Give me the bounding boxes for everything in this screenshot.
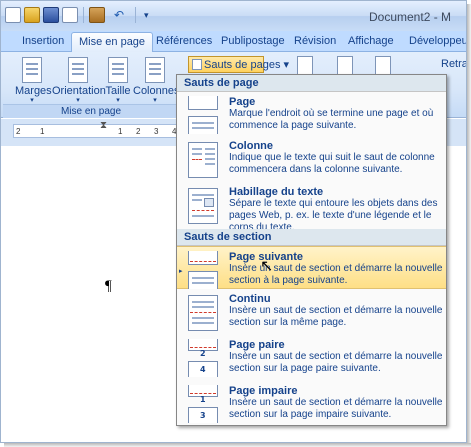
window-shadow [467, 4, 471, 447]
even-page-icon: 2 4 [186, 339, 219, 377]
page-break-icon [192, 59, 202, 70]
columns-button[interactable]: Colonnes ▾ [133, 55, 180, 105]
orientation-icon [68, 57, 88, 83]
menu-item-title: Page [229, 96, 256, 108]
section-header-page-breaks: Sauts de page [177, 75, 446, 92]
margins-label: Marges [15, 85, 52, 97]
continuous-break-icon [186, 293, 219, 331]
ruler-mark: 2 [136, 127, 141, 136]
menu-item-description: Indique que le texte qui suit le saut de… [229, 152, 435, 175]
menu-item-title: Page impaire [229, 385, 298, 397]
paragraph-mark: ¶ [105, 278, 112, 294]
mouse-cursor-icon: ↖ [260, 258, 274, 275]
watermark-icon[interactable] [297, 56, 313, 76]
text-wrapping-icon [186, 186, 219, 224]
customize-toolbar-icon[interactable]: ▾ [144, 10, 149, 21]
menu-item-odd-page[interactable]: 1 3 Page impaire Insère un saut de secti… [177, 381, 446, 427]
ruler-mark: 1 [40, 127, 45, 136]
page-breaks-menu: Sauts de page Page Marque l'endroit où s… [176, 74, 447, 426]
size-label: Taille [105, 85, 131, 97]
menu-item-description: Insère un saut de section et démarre la … [229, 397, 443, 420]
menu-item-description: Marque l'endroit où se termine une page … [229, 108, 434, 131]
columns-icon [145, 57, 165, 83]
toolbar-separator [135, 7, 136, 23]
menu-item-title: Colonne [229, 140, 273, 152]
tab-insertion[interactable]: Insertion [22, 35, 64, 47]
undo-icon[interactable]: ↶ [108, 7, 130, 23]
tab-affichage[interactable]: Affichage [348, 35, 394, 47]
next-page-icon [186, 251, 219, 289]
menu-item-description: Insère un saut de section et démarre la … [229, 351, 443, 374]
tab-revision[interactable]: Révision [294, 35, 336, 47]
margins-icon [22, 57, 42, 83]
menu-item-text-wrapping[interactable]: Habillage du texte Sépare le texte qui e… [177, 182, 446, 233]
menu-item-description: Insère un saut de section et démarre la … [229, 305, 443, 328]
menu-item-next-page[interactable]: ▸ Page suivante Insère un saut de sectio… [177, 246, 446, 289]
columns-label: Colonnes [133, 85, 180, 97]
page-color-icon[interactable] [337, 56, 353, 76]
ruler-mark: 2 [16, 127, 21, 136]
horizontal-ruler[interactable]: 2 1 ⧗ 1 2 3 4 [13, 120, 179, 138]
ribbon-group-caption: Mise en page [3, 104, 179, 118]
column-break-icon [186, 140, 219, 178]
new-document-icon[interactable] [5, 7, 21, 23]
print-preview-icon[interactable] [62, 7, 78, 23]
window-shadow [4, 443, 471, 447]
indent-label: Retrait [441, 58, 467, 70]
margins-button[interactable]: Marges ▾ [15, 55, 52, 105]
open-folder-icon[interactable] [24, 7, 40, 23]
tab-references[interactable]: Références [156, 35, 212, 47]
menu-item-even-page[interactable]: 2 4 Page paire Insère un saut de section… [177, 335, 446, 381]
odd-page-icon: 1 3 [186, 385, 219, 423]
save-icon[interactable] [43, 7, 59, 23]
orientation-label: Orientation [52, 85, 106, 97]
menu-item-column[interactable]: Colonne Indique que le texte qui suit le… [177, 136, 446, 182]
section-header-section-breaks: Sauts de section [177, 229, 446, 246]
menu-item-title: Page paire [229, 339, 285, 351]
ruler-mark: 3 [154, 127, 159, 136]
menu-item-page[interactable]: Page Marque l'endroit où se termine une … [177, 92, 446, 136]
toolbar-separator [83, 7, 84, 23]
tab-developpeur[interactable]: Développeur [409, 35, 466, 47]
submenu-marker-icon: ▸ [179, 268, 183, 275]
page-break-icon [186, 96, 219, 134]
word-window: ↶ ▾ Document2 - M Insertion Mise en page… [0, 0, 467, 443]
page-breaks-label: Sauts de pages ▾ [204, 59, 290, 71]
page-breaks-button[interactable]: Sauts de pages ▾ [188, 56, 289, 73]
quick-access-toolbar: ↶ ▾ [5, 7, 149, 23]
page-borders-icon[interactable] [375, 56, 391, 76]
menu-item-continuous[interactable]: Continu Insère un saut de section et dém… [177, 289, 446, 335]
ribbon-tabs: Insertion Mise en page Références Publip… [1, 31, 466, 53]
orientation-button[interactable]: Orientation ▾ [52, 55, 106, 105]
window-title: Document2 - M [369, 10, 452, 24]
size-icon [108, 57, 128, 83]
tab-mise-en-page[interactable]: Mise en page [71, 32, 154, 53]
paste-icon[interactable] [89, 7, 105, 23]
size-button[interactable]: Taille ▾ [104, 55, 132, 105]
ruler-mark: 1 [118, 127, 123, 136]
indent-marker-icon[interactable]: ⧗ [100, 120, 107, 131]
title-bar: ↶ ▾ Document2 - M [1, 1, 466, 31]
menu-item-title: Continu [229, 293, 271, 305]
menu-item-title: Habillage du texte [229, 186, 324, 198]
tab-publipostage[interactable]: Publipostage [221, 35, 285, 47]
